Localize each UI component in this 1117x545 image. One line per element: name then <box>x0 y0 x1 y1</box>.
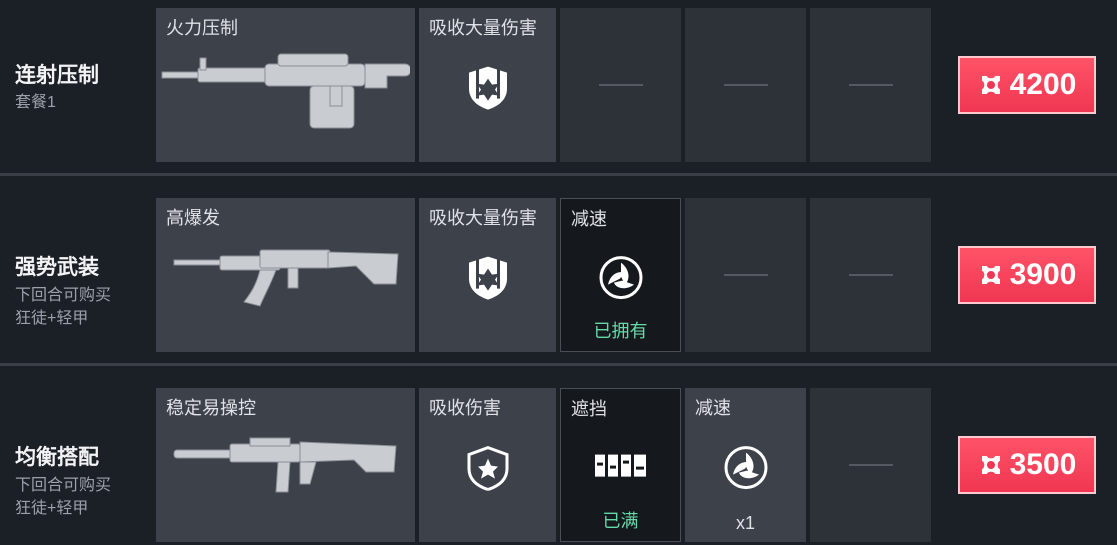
empty-slot <box>810 198 931 352</box>
ability-label: 减速 <box>571 209 607 229</box>
weapon-label: 稳定易操控 <box>166 398 256 418</box>
package-subtitle: 套餐1 <box>15 94 56 111</box>
machine-gun-icon <box>161 53 410 129</box>
package-row-2[interactable]: 强势武装 下回合可购买 狂徒+轻甲 高爆发 吸收大量伤害 减速 已拥有 3900 <box>0 196 1117 352</box>
rifle-icon <box>173 437 397 493</box>
owned-status: 已拥有 <box>593 321 648 341</box>
price-value: 3900 <box>1009 258 1077 291</box>
ability-label: 遮挡 <box>571 399 607 419</box>
package-row-1[interactable]: 连射压制 套餐1 火力压制 吸收大量伤害 4200 <box>0 6 1117 162</box>
empty-slot <box>810 388 931 542</box>
package-title: 连射压制 <box>15 64 99 87</box>
ability-slot[interactable]: 遮挡 已满 <box>560 388 681 542</box>
wall-ability-icon <box>593 453 649 484</box>
package-subtitle: 下回合可购买 <box>15 287 112 304</box>
package-note: 狂徒+轻甲 <box>15 310 89 327</box>
credits-icon <box>981 76 1000 94</box>
row-divider <box>0 173 1117 176</box>
package-title: 均衡搭配 <box>15 446 99 469</box>
armor-label: 吸收大量伤害 <box>429 18 537 38</box>
ability-label: 减速 <box>695 398 731 418</box>
ability-slot[interactable]: 减速 x1 <box>685 388 806 542</box>
armor-light-icon <box>463 445 513 496</box>
armor-slot[interactable]: 吸收伤害 <box>419 388 556 542</box>
price-value: 4200 <box>1009 68 1077 101</box>
weapon-slot[interactable]: 火力压制 <box>156 8 415 162</box>
armor-slot[interactable]: 吸收大量伤害 <box>419 198 556 352</box>
package-row-3[interactable]: 均衡搭配 下回合可购买 狂徒+轻甲 稳定易操控 吸收伤害 遮挡 已满 减速 x1… <box>0 386 1117 542</box>
empty-slot <box>810 8 931 162</box>
assault-rifle-icon <box>173 249 399 307</box>
full-status: 已满 <box>602 511 639 531</box>
buy-button[interactable]: 3900 <box>958 246 1096 304</box>
package-note: 狂徒+轻甲 <box>15 500 89 517</box>
weapon-slot[interactable]: 高爆发 <box>156 198 415 352</box>
empty-slot <box>560 8 681 162</box>
armor-label: 吸收大量伤害 <box>429 208 537 228</box>
slow-grenade-icon <box>598 255 644 306</box>
empty-slot <box>685 8 806 162</box>
price-value: 3500 <box>1009 448 1077 481</box>
weapon-slot[interactable]: 稳定易操控 <box>156 388 415 542</box>
armor-label: 吸收伤害 <box>429 398 501 418</box>
package-title: 强势武装 <box>15 256 99 279</box>
buy-button[interactable]: 3500 <box>958 436 1096 494</box>
armor-heavy-icon <box>463 65 513 116</box>
armor-slot[interactable]: 吸收大量伤害 <box>419 8 556 162</box>
empty-slot <box>685 198 806 352</box>
ability-slot[interactable]: 减速 已拥有 <box>560 198 681 352</box>
armor-heavy-icon <box>463 255 513 306</box>
credits-icon <box>981 456 1000 474</box>
buy-button[interactable]: 4200 <box>958 56 1096 114</box>
package-subtitle: 下回合可购买 <box>15 477 112 494</box>
credits-icon <box>981 266 1000 284</box>
weapon-label: 火力压制 <box>166 18 238 38</box>
weapon-label: 高爆发 <box>166 208 220 228</box>
row-divider <box>0 363 1117 366</box>
slow-grenade-icon <box>723 445 769 496</box>
ability-count: x1 <box>735 513 755 533</box>
